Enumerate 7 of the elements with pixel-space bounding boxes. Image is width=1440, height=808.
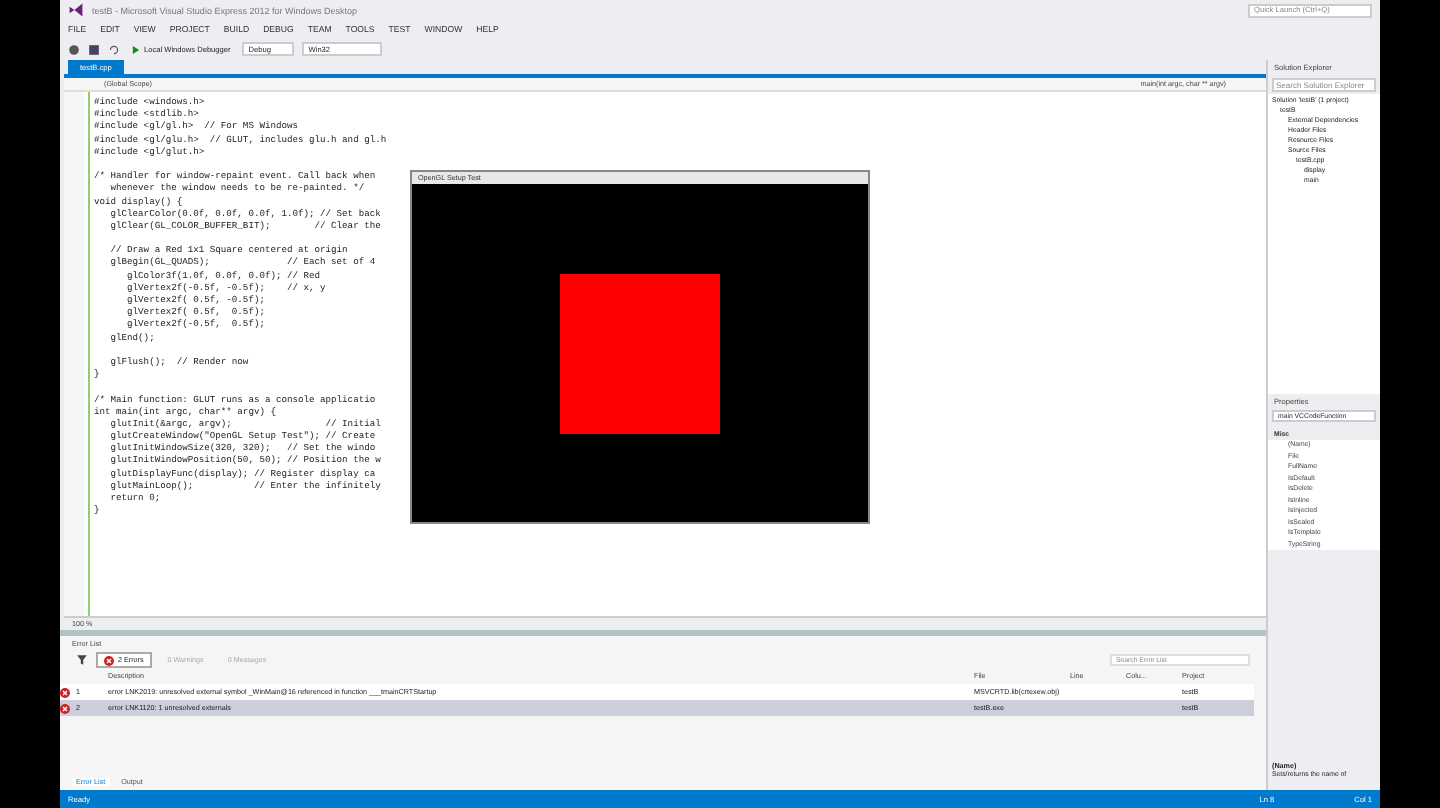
save-icon[interactable] [88,43,100,55]
undo-icon[interactable] [108,43,120,55]
play-icon [132,45,140,53]
error-icon [104,655,114,665]
filter-icon[interactable] [76,654,88,666]
app-logo-icon [68,2,84,18]
error-icon [60,687,70,697]
